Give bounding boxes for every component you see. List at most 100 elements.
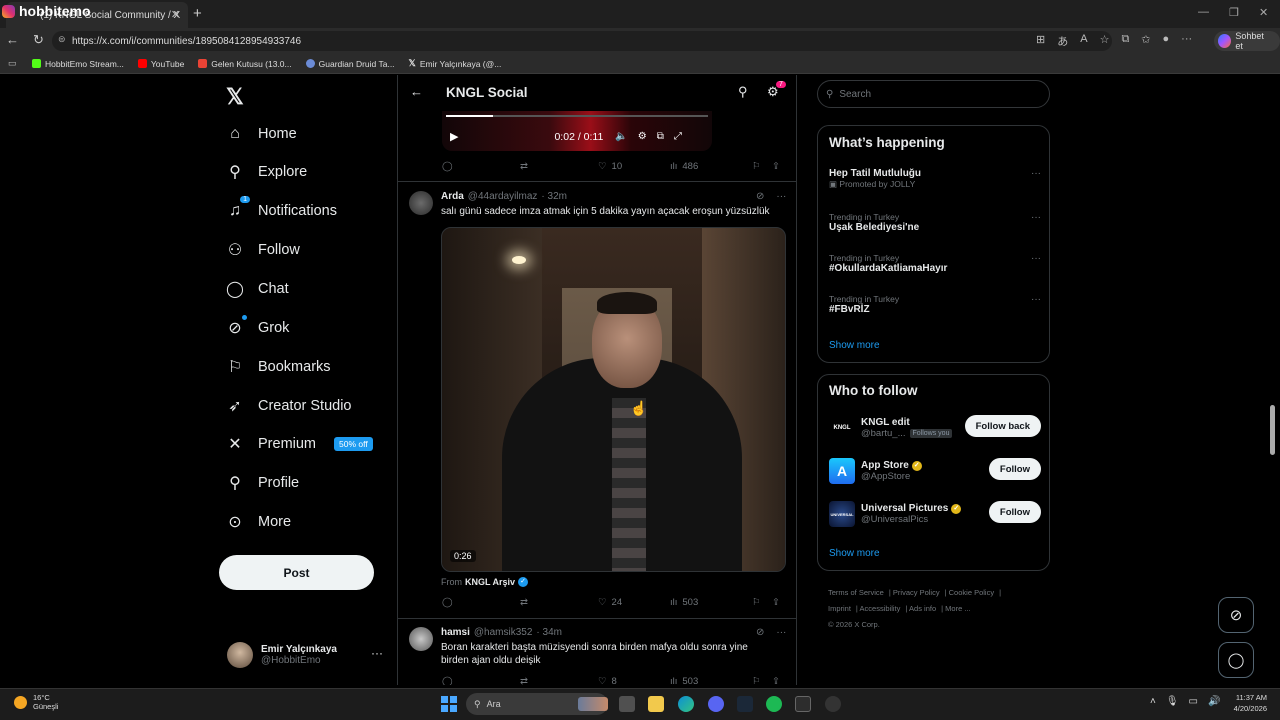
avatar[interactable]: [409, 627, 433, 651]
refresh-icon[interactable]: ↻: [33, 32, 44, 48]
spotify-icon[interactable]: [766, 696, 782, 712]
url-field[interactable]: ⊜ https://x.com/i/communities/1895084128…: [52, 31, 1112, 51]
show-more-link[interactable]: Show more: [829, 548, 880, 559]
bookmarks-menu-icon[interactable]: ▭: [8, 58, 18, 69]
chat-float-button[interactable]: ◯: [1218, 642, 1254, 678]
reply-icon[interactable]: ◯: [442, 161, 520, 172]
profile-icon[interactable]: ●: [1163, 33, 1170, 49]
grok-float-button[interactable]: ⊘: [1218, 597, 1254, 633]
footer-link[interactable]: Cookie Policy: [949, 588, 994, 597]
nav-item-follow[interactable]: ⚇ Follow: [226, 235, 300, 265]
apps-icon[interactable]: ⊞: [1036, 33, 1045, 49]
trend-item[interactable]: Trending in Turkey Uşak Belediyesi'ne ··…: [829, 212, 1041, 233]
fullscreen-icon[interactable]: ⤢: [674, 131, 682, 142]
follow-button[interactable]: Follow: [988, 501, 1041, 523]
nav-item-profile[interactable]: ⚲ Profile: [226, 468, 299, 498]
obs-icon[interactable]: [825, 696, 841, 712]
network-icon[interactable]: ▭: [1189, 696, 1198, 707]
views-button[interactable]: ılı 503: [670, 597, 752, 608]
more-dots-icon[interactable]: ···: [1031, 294, 1041, 305]
views-button[interactable]: ılı 486: [670, 161, 752, 172]
footer-link[interactable]: Terms of Service: [828, 588, 884, 597]
discord-icon[interactable]: [708, 696, 724, 712]
share-icon[interactable]: ⇪: [772, 597, 780, 608]
volume-icon[interactable]: 🔊: [1208, 696, 1220, 707]
menu-dots-icon[interactable]: ···: [1181, 33, 1192, 49]
like-button[interactable]: ♡ 8: [598, 676, 670, 685]
nav-item-premium[interactable]: ✕ Premium 50% off: [226, 429, 373, 459]
author-name[interactable]: hamsi: [441, 627, 470, 638]
file-explorer-icon[interactable]: [648, 696, 664, 712]
video-player[interactable]: 0:26 ☝: [441, 227, 786, 572]
like-button[interactable]: ♡ 10: [598, 161, 670, 172]
back-arrow-icon[interactable]: ←: [410, 84, 423, 99]
favorite-star-icon[interactable]: ☆: [1100, 33, 1110, 49]
footer-link[interactable]: Privacy Policy: [893, 588, 940, 597]
play-icon[interactable]: ▶: [450, 130, 458, 143]
views-button[interactable]: ılı 503: [670, 676, 752, 685]
more-dots-icon[interactable]: ···: [776, 191, 786, 202]
footer-link[interactable]: Accessibility: [860, 604, 901, 613]
favorites-icon[interactable]: ✩: [1141, 33, 1150, 49]
maximize-icon[interactable]: ❐: [1229, 6, 1239, 19]
scrollbar-thumb[interactable]: [1270, 405, 1275, 455]
footer-link[interactable]: Ads info: [909, 604, 936, 613]
retweet-icon[interactable]: ⇄: [520, 676, 598, 685]
mute-icon[interactable]: 🔈: [615, 131, 627, 142]
steam-icon[interactable]: [737, 696, 753, 712]
nav-item-bookmarks[interactable]: ⚐ Bookmarks: [226, 352, 331, 382]
bookmark-item[interactable]: HobbitEmo Stream...: [32, 59, 124, 69]
nav-item-chat[interactable]: ◯ Chat: [226, 274, 289, 304]
bookmark-item[interactable]: YouTube: [137, 59, 184, 69]
search-input[interactable]: ⚲ Search: [817, 80, 1050, 108]
read-aloud-icon[interactable]: A: [1080, 33, 1087, 49]
nav-item-home[interactable]: ⌂ Home: [226, 119, 297, 149]
settings-icon[interactable]: ⚙: [638, 131, 647, 142]
follow-back-button[interactable]: Follow back: [964, 415, 1041, 437]
minimize-icon[interactable]: —: [1198, 6, 1209, 18]
footer-link[interactable]: Imprint: [828, 604, 851, 613]
trend-item[interactable]: Trending in Turkey #OkullardaKatliamaHay…: [829, 253, 1041, 274]
nav-item-notifications[interactable]: ♫ 1 Notifications: [226, 196, 337, 226]
search-icon[interactable]: ⚲: [738, 84, 748, 100]
post-button[interactable]: Post: [219, 555, 374, 590]
terminal-icon[interactable]: [795, 696, 811, 712]
nav-item-creator-studio[interactable]: ➶ Creator Studio: [226, 391, 351, 421]
nav-item-grok[interactable]: ⊘ Grok: [226, 313, 289, 343]
task-view-icon[interactable]: [619, 696, 635, 712]
bookmark-item[interactable]: 𝕏 Emir Yalçınkaya (@...: [409, 58, 502, 69]
edge-icon[interactable]: [678, 696, 694, 712]
follow-suggestion[interactable]: UNIVERSAL Universal Pictures ✓ @Universal…: [829, 498, 1041, 530]
follow-suggestion[interactable]: A App Store ✓ @AppStore Follow: [829, 455, 1041, 487]
more-dots-icon[interactable]: ···: [1031, 253, 1041, 264]
author-handle[interactable]: @44ardayilmaz: [468, 191, 538, 202]
show-more-link[interactable]: Show more: [829, 340, 880, 351]
weather-widget[interactable]: 16°C Güneşli: [14, 693, 58, 711]
more-dots-icon[interactable]: ···: [371, 646, 383, 660]
windows-start-icon[interactable]: [441, 696, 457, 712]
source-name[interactable]: KNGL Arşiv: [465, 577, 515, 587]
extensions-icon[interactable]: ⧉: [1121, 33, 1129, 49]
close-window-icon[interactable]: ✕: [1259, 6, 1268, 19]
nav-item-more[interactable]: ⊙ More: [226, 507, 291, 537]
share-icon[interactable]: ⇪: [772, 676, 780, 685]
share-icon[interactable]: ⇪: [772, 161, 780, 172]
reply-icon[interactable]: ◯: [442, 676, 520, 685]
trend-item[interactable]: Hep Tatil Mutluluğu ▣ Promoted by JOLLY …: [829, 168, 1041, 190]
footer-link[interactable]: More ...: [945, 604, 970, 613]
retweet-icon[interactable]: ⇄: [520, 597, 598, 608]
author-name[interactable]: Arda: [441, 191, 464, 202]
chevron-up-icon[interactable]: ˄: [1150, 696, 1156, 707]
bookmark-item[interactable]: Gelen Kutusu (13.0...: [198, 59, 292, 69]
site-info-icon[interactable]: ⊜: [58, 34, 66, 45]
more-dots-icon[interactable]: ···: [776, 627, 786, 638]
avatar[interactable]: [409, 191, 433, 215]
bookmark-icon[interactable]: ⚐: [752, 597, 772, 608]
copilot-chat-button[interactable]: Sohbet et: [1214, 31, 1280, 51]
bookmark-item[interactable]: Guardian Druid Ta...: [305, 59, 395, 69]
close-tab-icon[interactable]: ✕: [171, 8, 180, 21]
retweet-icon[interactable]: ⇄: [520, 161, 598, 172]
reply-icon[interactable]: ◯: [442, 597, 520, 608]
bookmark-icon[interactable]: ⚐: [752, 161, 772, 172]
new-tab-icon[interactable]: +: [193, 5, 202, 22]
